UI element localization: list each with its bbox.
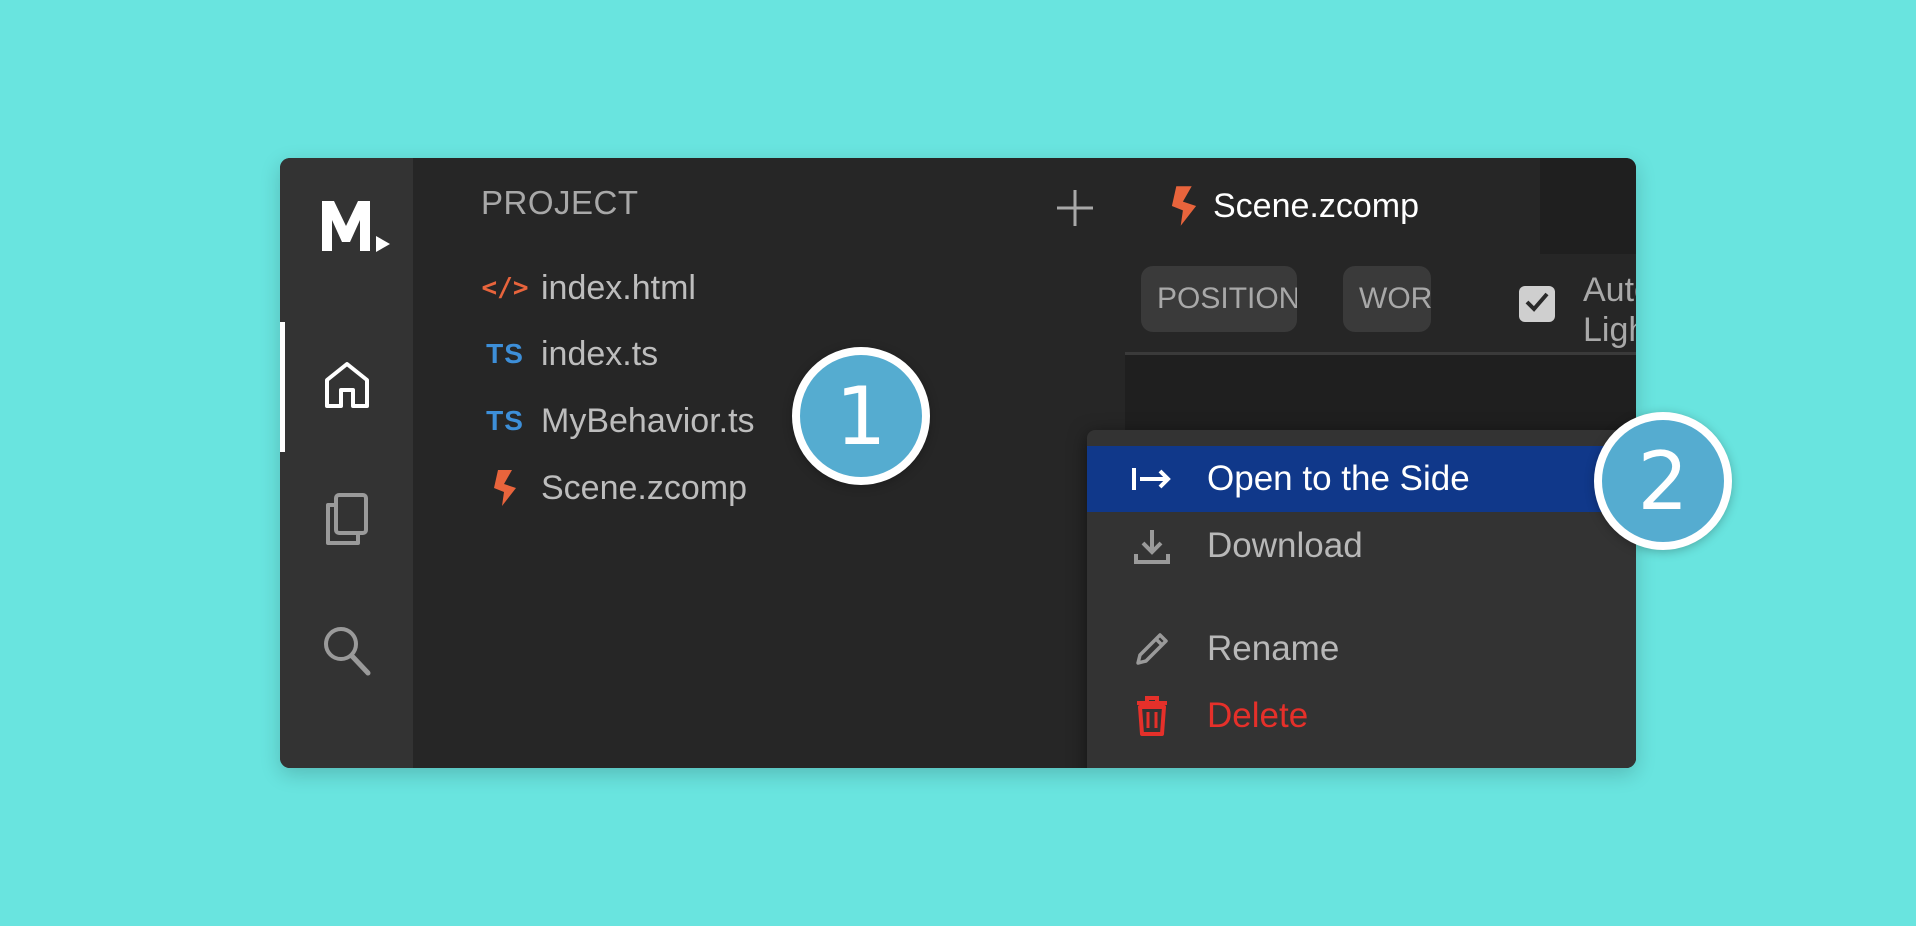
file-item-scene-zcomp[interactable]: Scene.zcomp — [483, 460, 747, 516]
file-label: index.ts — [541, 334, 659, 373]
add-file-button[interactable] — [1053, 186, 1097, 230]
activity-search-button[interactable] — [280, 588, 413, 718]
ts-file-icon: TS — [483, 334, 527, 374]
auto-lighting-label: Auto Lighting — [1583, 270, 1636, 350]
auto-label-line1: Auto — [1583, 271, 1636, 309]
file-item-index-html[interactable]: </> index.html — [481, 260, 696, 316]
search-icon — [322, 625, 372, 682]
menu-item-label: Download — [1207, 526, 1363, 565]
context-menu: Open to the Side Download Rename Delete — [1087, 430, 1636, 768]
files-icon — [324, 492, 370, 551]
plus-icon — [1053, 190, 1097, 234]
menu-item-delete[interactable]: Delete — [1087, 683, 1636, 749]
zcomp-file-icon — [1167, 184, 1201, 228]
ts-file-icon-glyph: TS — [486, 405, 524, 436]
file-item-mybehavior-ts[interactable]: TS MyBehavior.ts — [483, 393, 755, 449]
zcomp-file-icon — [483, 468, 527, 508]
app-window: PROJECT </> index.html TS index.ts TS My… — [280, 158, 1636, 768]
menu-item-download[interactable]: Download — [1087, 513, 1636, 579]
activity-bar — [280, 158, 413, 768]
ts-file-icon: TS — [483, 401, 527, 441]
pencil-icon — [1127, 624, 1177, 674]
auto-lighting-checkbox[interactable] — [1519, 286, 1555, 322]
project-panel: PROJECT </> index.html TS index.ts TS My… — [413, 158, 1125, 768]
open-side-icon — [1127, 454, 1177, 504]
callout-badge-1: 1 — [792, 347, 930, 485]
html-file-icon: </> — [481, 268, 529, 308]
editor-toolbar: POSITION WORLD Auto Lighting — [1125, 254, 1636, 355]
position-button[interactable]: POSITION — [1141, 266, 1297, 332]
menu-item-open-to-side[interactable]: Open to the Side — [1087, 446, 1636, 512]
app-logo — [320, 196, 410, 256]
activity-home-button[interactable] — [280, 322, 413, 452]
tab-scene-zcomp[interactable]: Scene.zcomp — [1125, 158, 1540, 254]
file-label: index.html — [541, 268, 696, 307]
menu-item-label: Open to the Side — [1207, 459, 1470, 498]
auto-label-line2: Lighting — [1583, 311, 1636, 349]
file-item-index-ts[interactable]: TS index.ts — [483, 326, 658, 382]
menu-item-rename[interactable]: Rename — [1087, 616, 1636, 682]
world-button[interactable]: WORLD — [1343, 266, 1431, 332]
checkmark-icon — [1524, 290, 1550, 319]
menu-item-label: Rename — [1207, 629, 1340, 668]
home-icon — [323, 360, 371, 415]
activity-files-button[interactable] — [280, 456, 413, 586]
project-title: PROJECT — [481, 184, 639, 221]
file-label: Scene.zcomp — [541, 468, 747, 507]
callout-badge-2: 2 — [1594, 412, 1732, 550]
download-icon — [1127, 521, 1177, 571]
menu-item-label: Delete — [1207, 696, 1309, 735]
html-file-icon-glyph: </> — [481, 273, 529, 303]
tab-label: Scene.zcomp — [1213, 186, 1419, 225]
ts-file-icon-glyph: TS — [486, 338, 524, 369]
file-label: MyBehavior.ts — [541, 401, 755, 440]
trash-icon — [1127, 691, 1177, 741]
